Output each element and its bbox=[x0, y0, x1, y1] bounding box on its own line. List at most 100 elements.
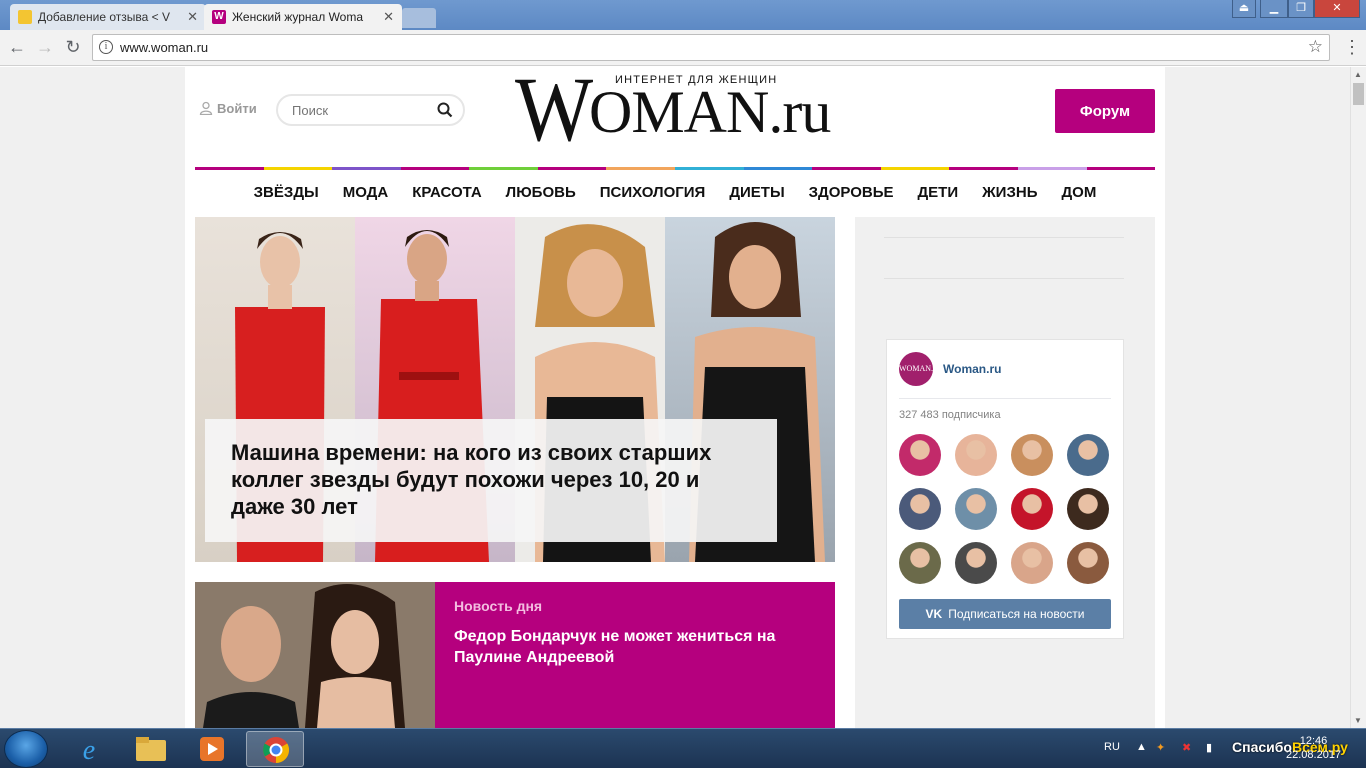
vk-member-avatar[interactable] bbox=[1067, 542, 1109, 584]
close-tab-icon[interactable]: ✕ bbox=[383, 4, 394, 30]
nav-item-life[interactable]: ЖИЗНЬ bbox=[982, 171, 1037, 215]
nav-item-kids[interactable]: ДЕТИ bbox=[917, 171, 958, 215]
page-content: Войти ИНТЕРНЕТ ДЛЯ ЖЕНЩИН W OMAN.ru Фору… bbox=[185, 67, 1165, 728]
scroll-down-icon[interactable]: ▼ bbox=[1354, 716, 1362, 725]
back-icon[interactable]: ← bbox=[6, 36, 28, 58]
vk-member-avatar[interactable] bbox=[1011, 488, 1053, 530]
color-segment bbox=[812, 167, 881, 170]
tab-title: Добавление отзыва < V bbox=[38, 10, 170, 24]
search-icon[interactable] bbox=[437, 102, 453, 118]
vk-member-avatar[interactable] bbox=[899, 542, 941, 584]
color-segment bbox=[400, 167, 470, 170]
hero-title[interactable]: Машина времени: на кого из своих старших… bbox=[231, 439, 751, 520]
scroll-up-icon[interactable]: ▲ bbox=[1354, 70, 1362, 79]
minimize-button[interactable]: ▁ bbox=[1260, 0, 1288, 18]
close-window-button[interactable]: ✕ bbox=[1314, 0, 1360, 18]
nav-item-fashion[interactable]: МОДА bbox=[343, 171, 388, 215]
color-segment bbox=[949, 167, 1018, 170]
site-logo[interactable]: ИНТЕРНЕТ ДЛЯ ЖЕНЩИН W OMAN.ru bbox=[515, 67, 835, 155]
url-text[interactable]: www.woman.ru bbox=[120, 40, 208, 55]
vk-icon: VK bbox=[925, 607, 943, 621]
windows-taskbar: e RU ▲ ✦ ✖ ▮ СпасибоВсем.ру 12:46 22.08.… bbox=[0, 728, 1366, 768]
tab-woman-ru[interactable]: W Женский журнал Woma ✕ bbox=[204, 4, 402, 30]
close-tab-icon[interactable]: ✕ bbox=[187, 4, 198, 30]
color-segment bbox=[469, 167, 538, 170]
ie-icon[interactable]: e bbox=[60, 731, 118, 767]
new-tab-button[interactable] bbox=[402, 8, 436, 28]
explorer-icon[interactable] bbox=[122, 731, 180, 767]
system-clock[interactable]: 12:46 22.08.2017 bbox=[1286, 734, 1341, 762]
divider bbox=[884, 278, 1124, 279]
profile-button[interactable]: ⏏ bbox=[1232, 0, 1256, 18]
hero-caption[interactable]: Машина времени: на кого из своих старших… bbox=[205, 419, 777, 542]
network-icon[interactable]: ✖ bbox=[1182, 741, 1191, 754]
main-nav: ЗВЁЗДЫ МОДА КРАСОТА ЛЮБОВЬ ПСИХОЛОГИЯ ДИ… bbox=[195, 171, 1155, 215]
color-segment bbox=[537, 167, 607, 170]
news-of-day-box[interactable]: Новость дня Федор Бондарчук не может жен… bbox=[435, 582, 835, 728]
tab-add-review[interactable]: Добавление отзыва < V ✕ bbox=[10, 4, 206, 30]
vk-subscribe-button[interactable]: VK Подписаться на новости bbox=[899, 599, 1111, 629]
chrome-taskbar-icon[interactable] bbox=[246, 731, 304, 767]
login-link[interactable]: Войти bbox=[199, 101, 257, 116]
address-bar[interactable]: i www.woman.ru ☆ bbox=[92, 34, 1330, 61]
nav-item-beauty[interactable]: КРАСОТА bbox=[412, 171, 481, 215]
vk-member-avatar[interactable] bbox=[1011, 542, 1053, 584]
vk-member-avatar[interactable] bbox=[955, 488, 997, 530]
vk-member-avatar[interactable] bbox=[899, 488, 941, 530]
vk-widget: WOMAN.ru Woman.ru 327 483 подписчика VK П… bbox=[886, 339, 1124, 639]
vk-member-avatar[interactable] bbox=[899, 434, 941, 476]
nav-item-diets[interactable]: ДИЕТЫ bbox=[729, 171, 784, 215]
maximize-button[interactable]: ❐ bbox=[1288, 0, 1314, 18]
search-input[interactable] bbox=[292, 101, 432, 119]
hero-article[interactable]: Машина времени: на кого из своих старших… bbox=[195, 217, 835, 562]
info-icon[interactable]: i bbox=[99, 40, 113, 54]
news-of-day-label: Новость дня bbox=[454, 598, 543, 614]
color-segment bbox=[675, 167, 744, 170]
battery-icon[interactable]: ▮ bbox=[1206, 741, 1212, 754]
vk-member-avatar[interactable] bbox=[1067, 434, 1109, 476]
media-player-icon[interactable] bbox=[184, 731, 242, 767]
color-segment bbox=[743, 167, 813, 170]
language-indicator[interactable]: RU bbox=[1104, 741, 1120, 753]
forward-icon[interactable]: → bbox=[34, 36, 56, 58]
search-box[interactable] bbox=[276, 94, 465, 126]
divider bbox=[884, 237, 1124, 238]
vk-member-avatar[interactable] bbox=[955, 542, 997, 584]
bookmark-star-icon[interactable]: ☆ bbox=[1308, 37, 1323, 57]
vk-group-name[interactable]: Woman.ru bbox=[943, 362, 1001, 376]
scroll-thumb[interactable] bbox=[1353, 83, 1364, 105]
start-button[interactable] bbox=[4, 730, 48, 768]
nav-item-psychology[interactable]: ПСИХОЛОГИЯ bbox=[600, 171, 706, 215]
tray-expand-icon[interactable]: ▲ bbox=[1136, 741, 1147, 753]
vk-group-avatar[interactable]: WOMAN.ru bbox=[899, 352, 940, 386]
color-segment bbox=[606, 167, 676, 170]
woman-favicon-icon: W bbox=[212, 10, 226, 24]
vk-member-avatar[interactable] bbox=[1011, 434, 1053, 476]
vk-member-avatar[interactable] bbox=[1067, 488, 1109, 530]
nav-item-stars[interactable]: ЗВЁЗДЫ bbox=[254, 171, 319, 215]
color-segment bbox=[263, 167, 333, 170]
nav-item-love[interactable]: ЛЮБОВЬ bbox=[506, 171, 576, 215]
vk-subscriber-count: 327 483 подписчика bbox=[899, 409, 1001, 421]
svg-text:e: e bbox=[83, 735, 95, 766]
forum-button[interactable]: Форум bbox=[1055, 89, 1155, 133]
watermark-text: Спасибо bbox=[1232, 739, 1292, 755]
page-scrollbar[interactable]: ▲ ▼ bbox=[1350, 67, 1366, 728]
sidebar: WOMAN.ru Woman.ru 327 483 подписчика VK П… bbox=[855, 217, 1155, 728]
reload-icon[interactable]: ↻ bbox=[62, 36, 84, 58]
tab-title: Женский журнал Woma bbox=[232, 10, 364, 24]
news-photo[interactable] bbox=[195, 582, 435, 728]
nav-item-health[interactable]: ЗДОРОВЬЕ bbox=[809, 171, 894, 215]
vk-member-avatar[interactable] bbox=[955, 434, 997, 476]
chrome-menu-icon[interactable]: ⋮ bbox=[1343, 38, 1361, 58]
color-segment bbox=[1017, 167, 1087, 170]
nav-item-home[interactable]: ДОМ bbox=[1061, 171, 1096, 215]
divider bbox=[899, 398, 1111, 399]
color-segment bbox=[1086, 167, 1156, 170]
logo-w: W bbox=[515, 67, 594, 160]
news-figure bbox=[195, 582, 435, 728]
clock-time: 12:46 bbox=[1299, 735, 1328, 747]
news-of-day-title[interactable]: Федор Бондарчук не может жениться на Пау… bbox=[454, 626, 816, 668]
vk-subscribe-label: Подписаться на новости bbox=[948, 607, 1085, 621]
tray-app-icon[interactable]: ✦ bbox=[1156, 741, 1165, 754]
